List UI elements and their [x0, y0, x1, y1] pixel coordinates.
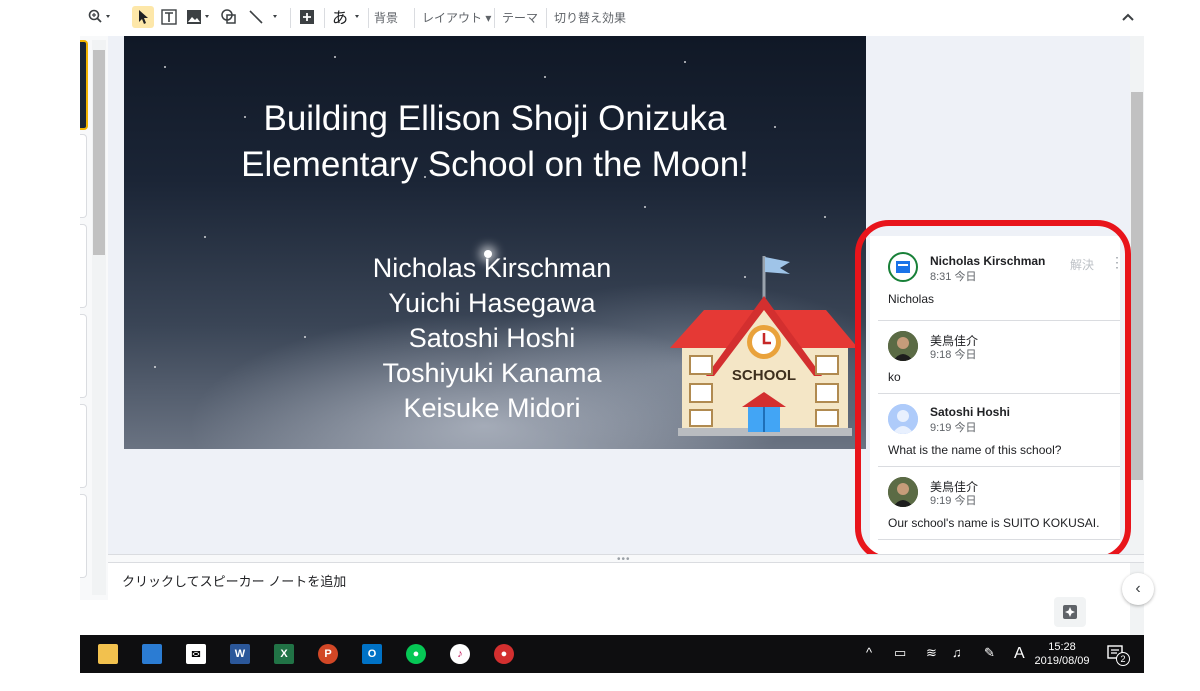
- slide-thumbnail[interactable]: [80, 314, 87, 398]
- line-icon[interactable]: [246, 6, 282, 28]
- input-tools-icon[interactable]: あ: [330, 6, 364, 28]
- excel-icon[interactable]: X: [274, 644, 294, 664]
- outlook-icon[interactable]: O: [362, 644, 382, 664]
- toolbar-separator: [546, 8, 547, 28]
- highlight-outline: [855, 220, 1131, 562]
- select-cursor-icon[interactable]: [132, 6, 154, 28]
- theme-button[interactable]: テーマ: [502, 9, 538, 26]
- notification-count-badge: 2: [1116, 652, 1130, 666]
- slide-thumbnail[interactable]: [80, 134, 87, 218]
- slide-thumbnail[interactable]: [80, 404, 87, 488]
- speaker-notes-placeholder[interactable]: クリックしてスピーカー ノートを追加: [122, 571, 346, 590]
- slide-thumbnail-selected[interactable]: [80, 40, 88, 130]
- zoom-icon[interactable]: [86, 6, 116, 28]
- layout-label: レイアウト: [422, 11, 483, 25]
- ime-indicator[interactable]: A: [1014, 645, 1025, 663]
- toolbar-separator: [414, 8, 415, 28]
- author-name: Keisuke Midori: [403, 393, 581, 423]
- toolbar-separator: [494, 8, 495, 28]
- clock-date: 2019/08/09: [1034, 655, 1090, 667]
- filmstrip-scroll-thumb[interactable]: [93, 50, 105, 255]
- toolbar-separator: [368, 8, 369, 28]
- word-icon[interactable]: W: [230, 644, 250, 664]
- add-comment-icon[interactable]: [296, 6, 318, 28]
- tray-overflow-icon[interactable]: ^: [866, 645, 872, 660]
- canvas-scroll-thumb[interactable]: [1131, 92, 1143, 480]
- wifi-icon[interactable]: ≋: [926, 645, 937, 661]
- explore-button[interactable]: [1054, 597, 1086, 627]
- school-building-icon[interactable]: SCHOOL: [668, 252, 860, 440]
- svg-text:あ: あ: [332, 8, 348, 26]
- transition-button[interactable]: 切り替え効果: [554, 9, 626, 26]
- slide-thumbnail[interactable]: [80, 494, 87, 578]
- shape-icon[interactable]: [218, 6, 240, 28]
- side-panel-toggle[interactable]: ‹: [1122, 573, 1154, 605]
- author-name: Satoshi Hoshi: [408, 323, 576, 353]
- mail-icon[interactable]: ✉: [186, 644, 206, 664]
- background-button[interactable]: 背景: [374, 9, 398, 26]
- toolbar-separator: [290, 8, 291, 28]
- author-name: Nicholas Kirschman: [372, 253, 612, 283]
- author-name: Toshiyuki Kanama: [382, 358, 602, 388]
- slide-thumbnail[interactable]: [80, 224, 87, 308]
- volume-icon[interactable]: ♫: [952, 645, 962, 660]
- itunes-icon[interactable]: ♪: [450, 644, 470, 664]
- file-explorer-icon[interactable]: [98, 644, 118, 664]
- store-icon[interactable]: [142, 644, 162, 664]
- explore-icon: [1063, 605, 1077, 619]
- chevron-left-icon: ‹: [1135, 580, 1141, 597]
- clock-time: 15:28: [1048, 641, 1076, 653]
- text-box-icon[interactable]: [158, 6, 180, 28]
- slide-authors[interactable]: Nicholas Kirschman Yuichi Hasegawa Satos…: [372, 251, 612, 426]
- author-name: Yuichi Hasegawa: [388, 288, 596, 318]
- school-sign-text: SCHOOL: [732, 367, 796, 384]
- line-app-icon[interactable]: ●: [406, 644, 426, 664]
- taskbar-clock[interactable]: 15:28 2019/08/09: [1032, 640, 1092, 668]
- slide-title-line: Elementary School on the Moon!: [241, 145, 749, 184]
- security-app-icon[interactable]: ●: [494, 644, 514, 664]
- slide-title[interactable]: Building Ellison Shoji Onizuka Elementar…: [124, 96, 866, 188]
- slide-title-line: Building Ellison Shoji Onizuka: [263, 99, 727, 138]
- pen-icon[interactable]: ✎: [984, 645, 995, 661]
- notification-center-button[interactable]: 2: [1106, 644, 1130, 666]
- collapse-toolbar-icon[interactable]: [1118, 6, 1138, 28]
- insert-image-icon[interactable]: [184, 6, 214, 28]
- toolbar: あ 背景 レイアウト ▾ テーマ 切り替え効果: [80, 0, 1144, 36]
- toolbar-separator: [324, 8, 325, 28]
- battery-icon[interactable]: ▭: [894, 645, 906, 661]
- layout-button[interactable]: レイアウト ▾: [422, 9, 491, 26]
- powerpoint-icon[interactable]: P: [318, 644, 338, 664]
- slide[interactable]: Building Ellison Shoji Onizuka Elementar…: [124, 36, 866, 449]
